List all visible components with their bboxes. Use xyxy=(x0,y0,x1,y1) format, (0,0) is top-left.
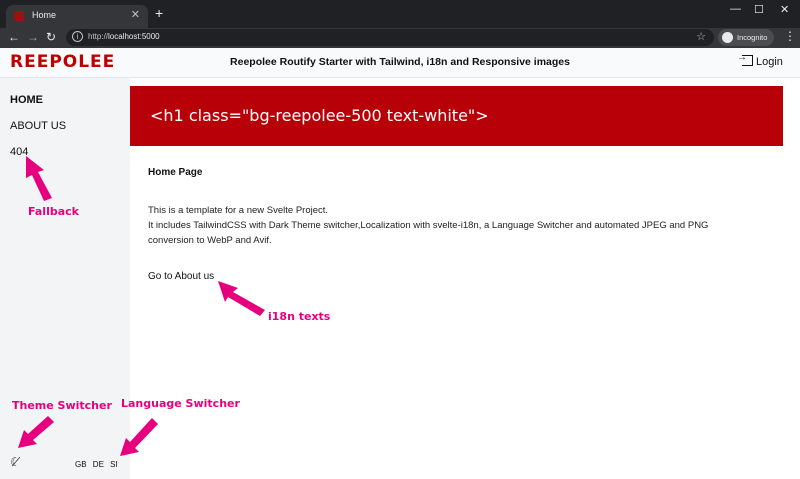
lang-gb[interactable]: GB xyxy=(75,460,87,469)
minimize-button[interactable]: — xyxy=(730,3,741,15)
annotation-i18n: i18n texts xyxy=(268,310,331,323)
paragraph-features-cont: conversion to WebP and Avif. xyxy=(148,235,272,246)
sidebar: HOME ABOUT US 404 xyxy=(0,78,130,479)
browser-tab-bar: Home ✕ + — ☐ ✕ xyxy=(0,0,800,28)
sidebar-item-about-us[interactable]: ABOUT US xyxy=(10,120,66,132)
login-icon xyxy=(737,52,753,66)
new-tab-button[interactable]: + xyxy=(155,6,163,20)
close-window-button[interactable]: ✕ xyxy=(780,3,789,16)
sidebar-item-home[interactable]: HOME xyxy=(10,94,43,106)
incognito-label: Incognito xyxy=(737,33,768,42)
annotation-theme-switcher: Theme Switcher xyxy=(12,399,112,412)
app-header: REEPOLEE Reepolee Routify Starter with T… xyxy=(0,48,800,78)
maximize-button[interactable]: ☐ xyxy=(754,3,764,16)
page-heading: Home Page xyxy=(148,167,203,178)
lang-si[interactable]: SI xyxy=(110,460,118,469)
address-bar[interactable]: i http://localhost:5000 ☆ xyxy=(66,29,714,46)
tab-close-icon[interactable]: ✕ xyxy=(131,8,140,21)
reload-icon[interactable]: ↻ xyxy=(46,30,56,44)
lang-de[interactable]: DE xyxy=(93,460,104,469)
hero-banner: <h1 class="bg-reepolee-500 text-white"> xyxy=(130,86,783,146)
main-content: <h1 class="bg-reepolee-500 text-white"> … xyxy=(130,78,800,479)
url-text: http://localhost:5000 xyxy=(88,32,160,41)
sidebar-item-404[interactable]: 404 xyxy=(10,146,28,158)
forward-icon[interactable]: → xyxy=(27,30,39,44)
menu-kebab-icon[interactable]: ⋮ xyxy=(784,29,796,43)
annotation-fallback: Fallback xyxy=(28,205,79,218)
incognito-badge[interactable]: Incognito xyxy=(718,29,774,46)
language-switcher: GB DE SI xyxy=(75,460,122,469)
incognito-icon xyxy=(722,32,733,43)
annotation-language-switcher: Language Switcher xyxy=(121,397,240,410)
about-us-link[interactable]: Go to About us xyxy=(148,271,214,282)
back-icon[interactable]: ← xyxy=(8,30,20,44)
bookmark-star-icon[interactable]: ☆ xyxy=(696,30,706,43)
site-title: Reepolee Routify Starter with Tailwind, … xyxy=(230,56,570,68)
login-link[interactable]: Login xyxy=(737,52,783,68)
tab-home[interactable]: Home ✕ xyxy=(6,5,148,28)
hero-text: <h1 class="bg-reepolee-500 text-white"> xyxy=(150,106,489,125)
theme-switcher-icon[interactable]: ☾̸ xyxy=(10,455,21,469)
favicon-icon xyxy=(14,11,24,21)
info-icon[interactable]: i xyxy=(72,31,83,42)
paragraph-features: It includes TailwindCSS with Dark Theme … xyxy=(148,220,709,231)
paragraph-intro: This is a template for a new Svelte Proj… xyxy=(148,205,329,216)
browser-toolbar: ← → ↻ i http://localhost:5000 ☆ Incognit… xyxy=(0,28,800,48)
tab-title: Home xyxy=(32,10,57,20)
